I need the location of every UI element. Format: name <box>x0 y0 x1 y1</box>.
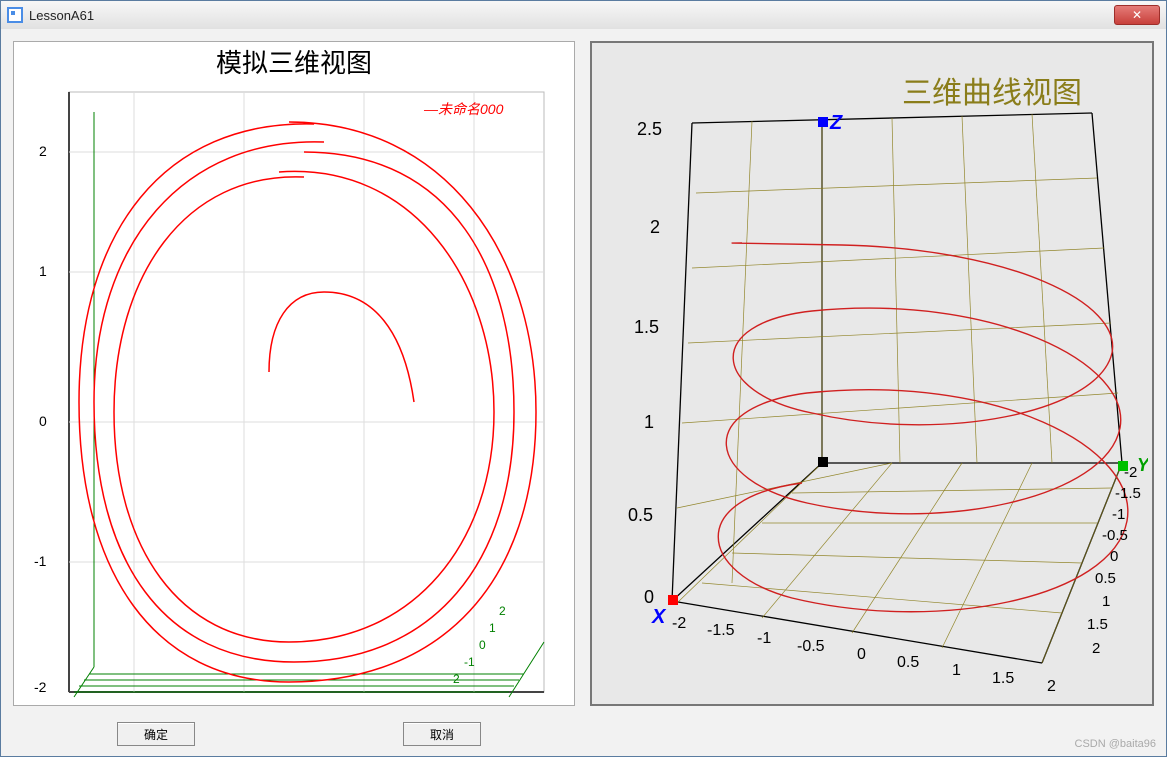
y-tick: 2 <box>1092 640 1100 657</box>
ok-button-label: 确定 <box>144 726 168 743</box>
left-depth-tick: 2 <box>499 604 506 618</box>
left-chart-axes: 2 1 0 -1 -2 -2 -1 0 1 2 2 1 0 <box>34 92 544 702</box>
right-chart-grid <box>677 114 1122 663</box>
window-title: LessonA61 <box>29 8 1114 23</box>
x-tick: -0.5 <box>797 638 825 655</box>
left-y-tick: 2 <box>39 143 47 159</box>
left-chart-legend: —未命名000 <box>423 101 504 117</box>
left-y-tick: -1 <box>34 553 47 569</box>
z-tick: 2.5 <box>637 119 662 139</box>
z-tick: 0 <box>644 587 654 607</box>
left-depth-tick: -2 <box>449 672 460 686</box>
left-x-tick: 2 <box>534 700 541 702</box>
x-axis-origin-marker <box>668 595 678 605</box>
origin-marker <box>818 457 828 467</box>
y-tick: -1 <box>1112 506 1125 523</box>
left-chart-title: 模拟三维视图 <box>216 48 372 78</box>
right-chart-frame <box>672 113 1122 663</box>
close-button[interactable]: ✕ <box>1114 5 1160 25</box>
left-x-tick: -1 <box>174 700 186 702</box>
close-icon: ✕ <box>1132 8 1142 22</box>
left-chart-panel: 模拟三维视图 <box>13 41 575 706</box>
x-tick: 1 <box>952 662 961 679</box>
right-chart-curve <box>718 243 1128 612</box>
y-tick: -1.5 <box>1115 485 1141 502</box>
left-chart-curve <box>79 122 536 682</box>
x-tick: 2 <box>1047 678 1056 695</box>
y-tick: 0.5 <box>1095 570 1116 587</box>
z-axis-marker <box>818 117 828 127</box>
right-chart-panel: 三维曲线视图 <box>590 41 1154 706</box>
right-chart-title: 三维曲线视图 <box>902 77 1082 110</box>
y-tick: -0.5 <box>1102 527 1128 544</box>
left-x-tick: -2 <box>69 700 81 702</box>
z-tick: 1.5 <box>634 317 659 337</box>
left-y-tick: 0 <box>39 413 47 429</box>
right-y-ticks: -2 -1.5 -1 -0.5 0 0.5 1 1.5 2 <box>1087 464 1141 657</box>
app-icon <box>7 7 23 23</box>
z-axis-label: Z <box>829 112 843 134</box>
ok-button[interactable]: 确定 <box>117 722 195 746</box>
watermark-text: CSDN @baita96 <box>1075 738 1156 750</box>
titlebar[interactable]: LessonA61 ✕ <box>1 1 1166 30</box>
cancel-button-label: 取消 <box>430 726 454 743</box>
y-tick: -2 <box>1124 464 1137 481</box>
x-tick: 0.5 <box>897 654 919 671</box>
left-x-tick: 0 <box>294 700 301 702</box>
y-tick: 1.5 <box>1087 616 1108 633</box>
dialog-buttons: 确定 取消 <box>13 722 585 746</box>
x-tick: -2 <box>672 615 686 632</box>
left-x-tick: 1 <box>414 700 421 702</box>
left-depth-tick: -1 <box>464 655 475 669</box>
x-tick: -1.5 <box>707 622 735 639</box>
x-tick: 0 <box>857 646 866 663</box>
cancel-button[interactable]: 取消 <box>403 722 481 746</box>
app-window: LessonA61 ✕ 模拟三维视图 <box>0 0 1167 757</box>
left-chart-svg: 模拟三维视图 <box>14 42 574 702</box>
z-tick: 1 <box>644 412 654 432</box>
left-y-tick: 1 <box>39 263 47 279</box>
left-y-tick: -2 <box>34 679 47 695</box>
x-tick: 1.5 <box>992 670 1014 687</box>
left-depth-tick: 0 <box>479 638 486 652</box>
left-depth-tick: 1 <box>489 621 496 635</box>
z-tick: 0.5 <box>628 505 653 525</box>
dialog-content: 模拟三维视图 <box>1 29 1166 756</box>
x-tick: -1 <box>757 630 771 647</box>
right-chart-svg: 三维曲线视图 <box>592 43 1148 699</box>
y-axis-label: Y <box>1137 455 1148 475</box>
y-tick: 0 <box>1110 548 1118 565</box>
right-z-ticks: 2.5 2 1.5 1 0.5 0 <box>628 119 662 607</box>
z-tick: 2 <box>650 217 660 237</box>
right-x-ticks: -2 -1.5 -1 -0.5 0 0.5 1 1.5 2 <box>672 615 1056 695</box>
y-tick: 1 <box>1102 593 1110 610</box>
x-axis-label: X <box>651 606 667 628</box>
